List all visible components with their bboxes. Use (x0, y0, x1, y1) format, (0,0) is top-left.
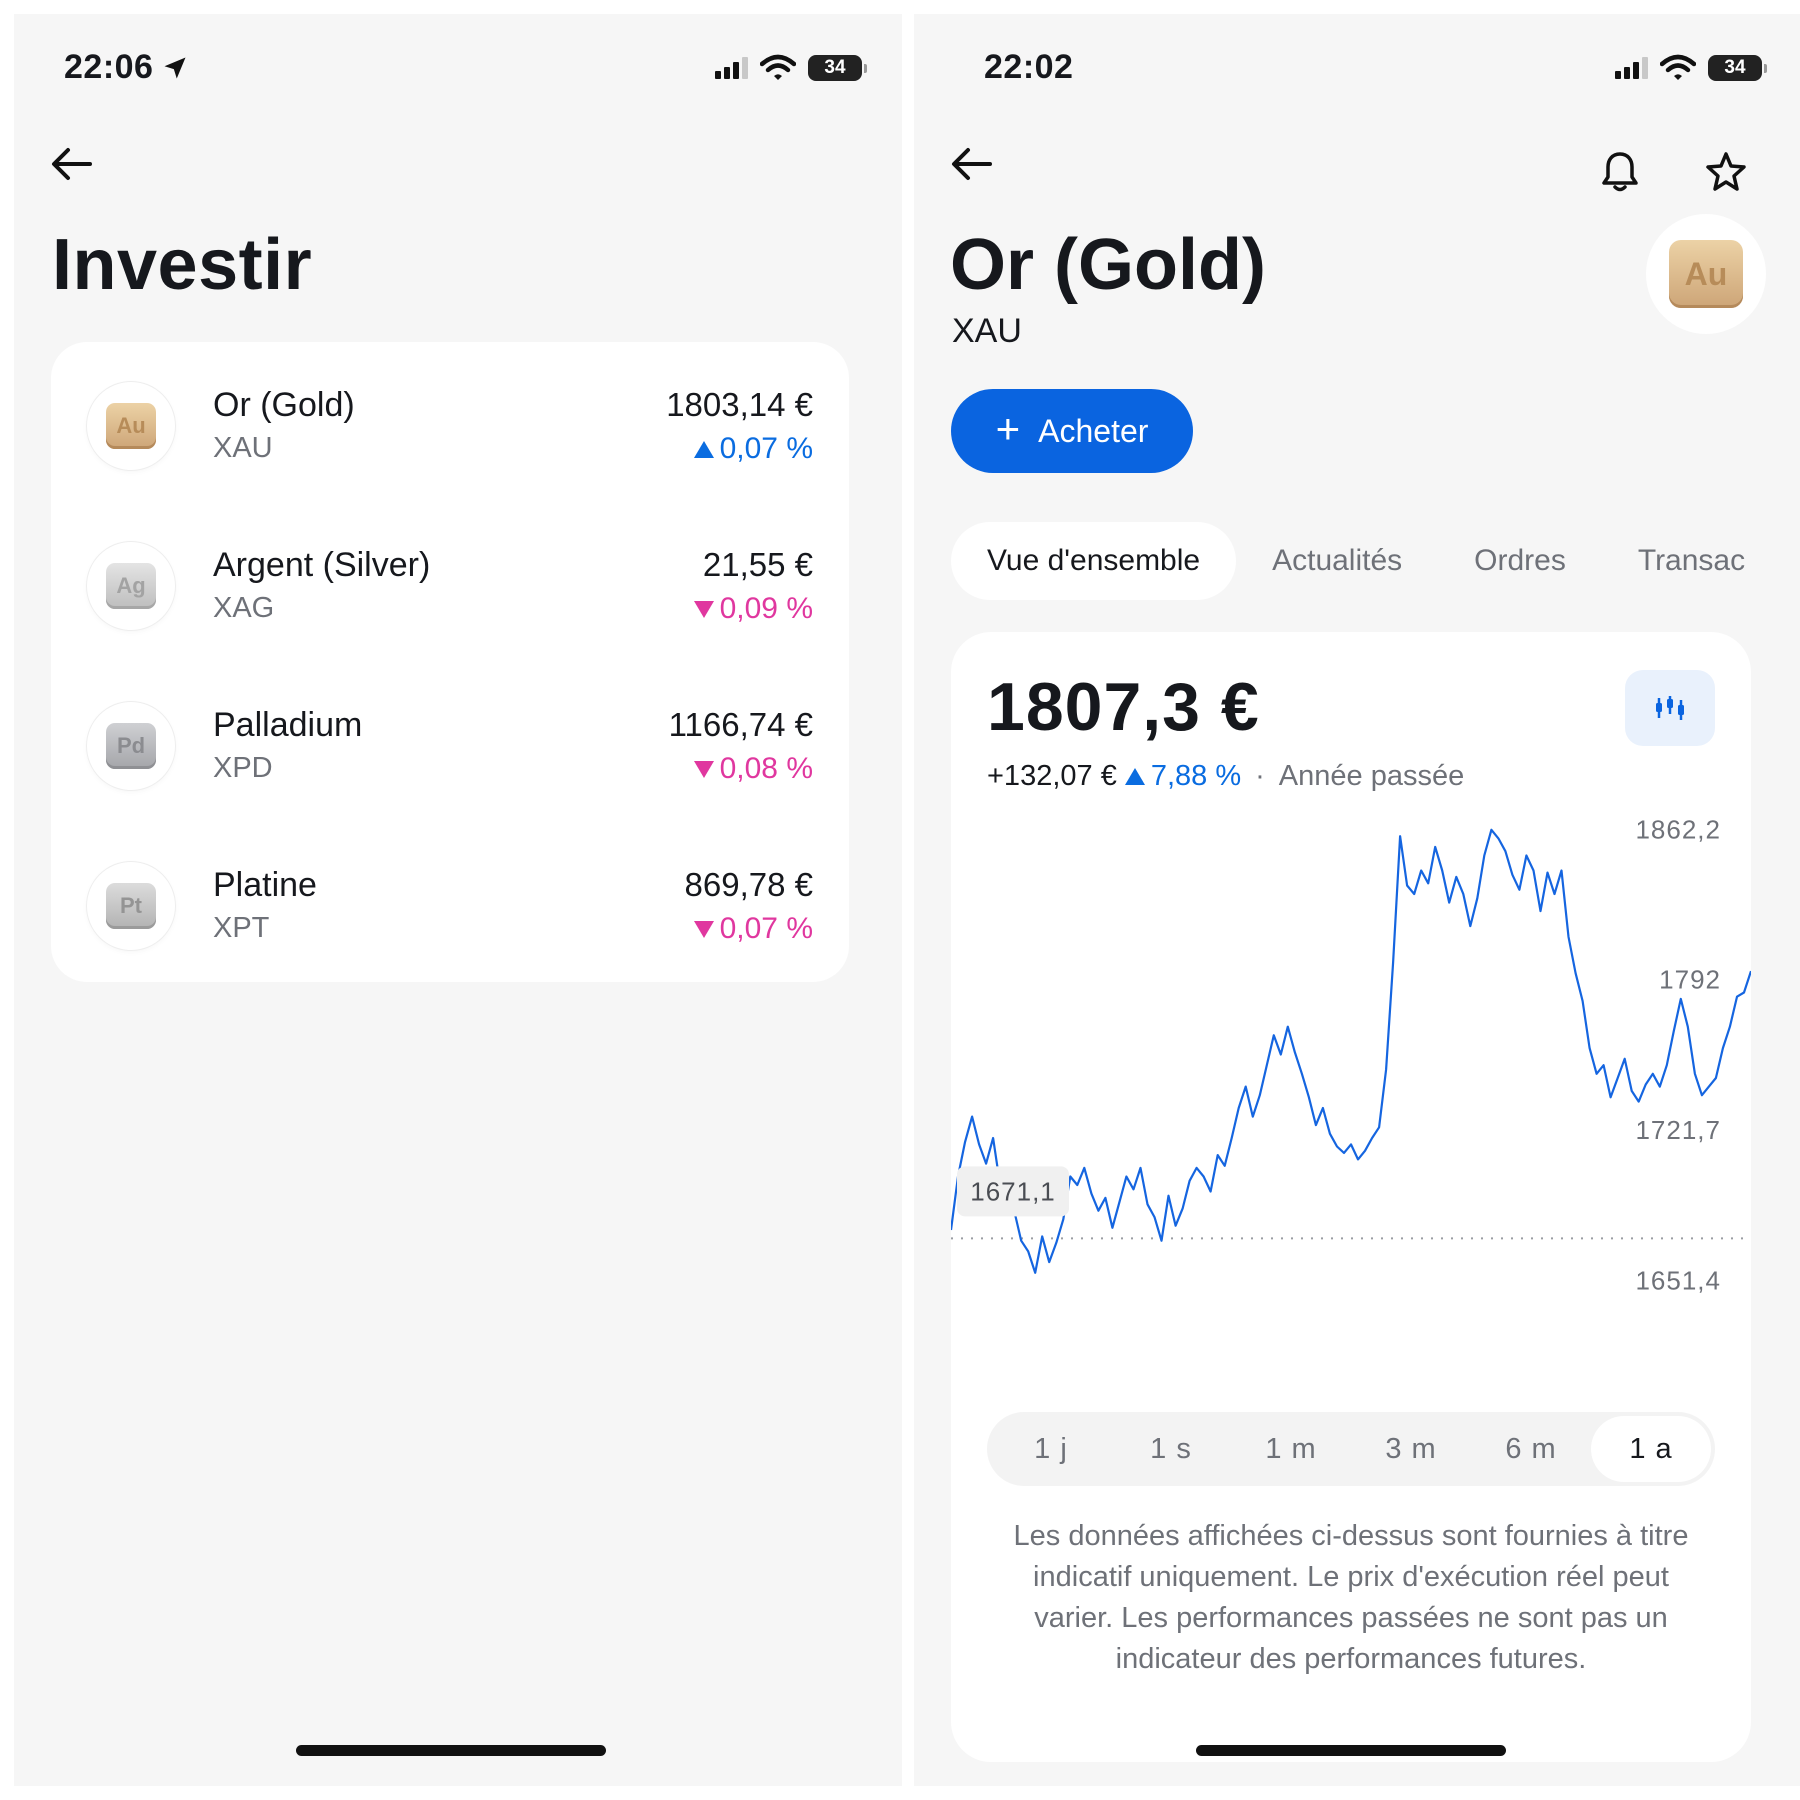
platinum-logo: Pt (87, 862, 175, 950)
y-tick-label: 1862,2 (1635, 814, 1721, 844)
tab-overview[interactable]: Vue d'ensemble (951, 522, 1237, 600)
price-series-line (951, 828, 1751, 1274)
y-tick-label: 1651,4 (1635, 1265, 1721, 1295)
gold-logo: Au (1646, 214, 1766, 334)
current-price: 1807,3 € (987, 669, 1260, 745)
asset-change: 0,09 % (693, 592, 813, 626)
star-icon (1706, 152, 1746, 191)
range-1-month[interactable]: 1 m (1231, 1416, 1351, 1482)
home-indicator[interactable] (296, 1745, 606, 1756)
status-bar-indicators: 34 (1615, 54, 1767, 82)
buy-button[interactable]: + Acheter (951, 389, 1193, 473)
triangle-up-icon (1124, 768, 1145, 785)
palladium-logo: Pd (87, 702, 175, 790)
asset-price: 1803,14 € (666, 386, 813, 423)
bell-icon (1602, 152, 1638, 192)
back-button[interactable] (942, 134, 1002, 194)
range-1-year[interactable]: 1 a (1591, 1416, 1711, 1482)
asset-title: Or (Gold) (950, 225, 1266, 305)
candlestick-icon (1656, 696, 1684, 720)
wifi-icon (760, 54, 796, 80)
price-line-chart[interactable]: 1862,2 1792 1721,7 1651,4 1671,1 (951, 802, 1751, 1322)
gold-logo: Au (87, 382, 175, 470)
asset-ticker: XAU (952, 312, 1022, 350)
asset-change: 0,07 % (693, 912, 813, 946)
signal-icon (1615, 57, 1648, 79)
tab-transactions[interactable]: Transac (1602, 522, 1781, 600)
tab-news[interactable]: Actualités (1236, 522, 1438, 600)
asset-name: Palladium (213, 706, 363, 744)
triangle-down-icon (693, 600, 714, 618)
battery-icon: 34 (808, 55, 867, 81)
asset-price: 21,55 € (702, 546, 813, 583)
page-title: Investir (52, 225, 313, 305)
price-alert-button[interactable] (1590, 142, 1650, 202)
location-arrow-icon (164, 57, 186, 78)
y-tick-label: 1792 (1659, 965, 1721, 995)
asset-change: 0,07 % (693, 432, 813, 466)
range-6-months[interactable]: 6 m (1471, 1416, 1591, 1482)
plus-icon: + (995, 405, 1021, 452)
time-range-selector: 1 j 1 s 1 m 3 m 6 m 1 a (987, 1412, 1715, 1486)
change-absolute: +132,07 € (987, 760, 1117, 792)
investir-screen: 22:06 34 Investir Au Or (Gold) XAU 1803,… (14, 14, 902, 1786)
wifi-icon (1660, 54, 1696, 80)
status-bar-time: 22:06 (64, 48, 189, 87)
price-change: +132,07 € 7,88 % · Année passée (987, 760, 1464, 793)
triangle-down-icon (693, 760, 714, 778)
y-tick-label: 1721,7 (1635, 1115, 1721, 1145)
back-button[interactable] (42, 134, 102, 194)
asset-list: Au Or (Gold) XAU 1803,14 € 0,07 % Ag Arg… (51, 342, 849, 982)
asset-ticker: XAU (213, 432, 273, 464)
separator-dot: · (1255, 760, 1265, 792)
status-bar-time: 22:02 (984, 48, 1074, 86)
range-3-months[interactable]: 3 m (1351, 1416, 1471, 1482)
asset-name: Argent (Silver) (213, 546, 431, 584)
triangle-down-icon (693, 920, 714, 938)
signal-icon (715, 57, 748, 79)
battery-icon: 34 (1708, 55, 1767, 81)
asset-ticker: XPD (213, 752, 273, 784)
change-percent: 7,88 % (1124, 760, 1241, 793)
change-period: Année passée (1278, 760, 1465, 792)
back-arrow-icon (952, 148, 992, 180)
asset-price: 1166,74 € (668, 706, 813, 743)
status-bar-indicators: 34 (715, 54, 867, 82)
asset-row-silver[interactable]: Ag Argent (Silver) XAG 21,55 € 0,09 % (51, 532, 849, 662)
back-arrow-icon (52, 148, 92, 180)
range-1-week[interactable]: 1 s (1111, 1416, 1231, 1482)
range-1-day[interactable]: 1 j (991, 1416, 1111, 1482)
price-chart-card: 1807,3 € +132,07 € 7,88 % · Année passée… (951, 632, 1751, 1762)
home-indicator[interactable] (1196, 1745, 1506, 1756)
tab-orders[interactable]: Ordres (1438, 522, 1602, 600)
asset-change: 0,08 % (693, 752, 813, 786)
asset-name: Or (Gold) (213, 386, 355, 424)
tab-bar: Vue d'ensemble Actualités Ordres Transac (951, 522, 1781, 600)
favorite-button[interactable] (1696, 142, 1756, 202)
reference-label: 1671,1 (970, 1176, 1056, 1206)
triangle-up-icon (693, 440, 714, 458)
asset-price: 869,78 € (684, 866, 813, 903)
asset-ticker: XPT (213, 912, 270, 944)
gold-detail-screen: 22:02 34 Or (Gold) XAU Au + Acheter Vue … (914, 14, 1800, 1786)
asset-ticker: XAG (213, 592, 275, 624)
asset-name: Platine (213, 866, 317, 904)
asset-row-platinum[interactable]: Pt Platine XPT 869,78 € 0,07 % (51, 852, 849, 982)
asset-row-palladium[interactable]: Pd Palladium XPD 1166,74 € 0,08 % (51, 692, 849, 822)
candlestick-toggle-button[interactable] (1625, 670, 1715, 746)
silver-logo: Ag (87, 542, 175, 630)
asset-row-gold[interactable]: Au Or (Gold) XAU 1803,14 € 0,07 % (51, 372, 849, 502)
disclaimer-text: Les données affichées ci-dessus sont fou… (1013, 1520, 1689, 1675)
